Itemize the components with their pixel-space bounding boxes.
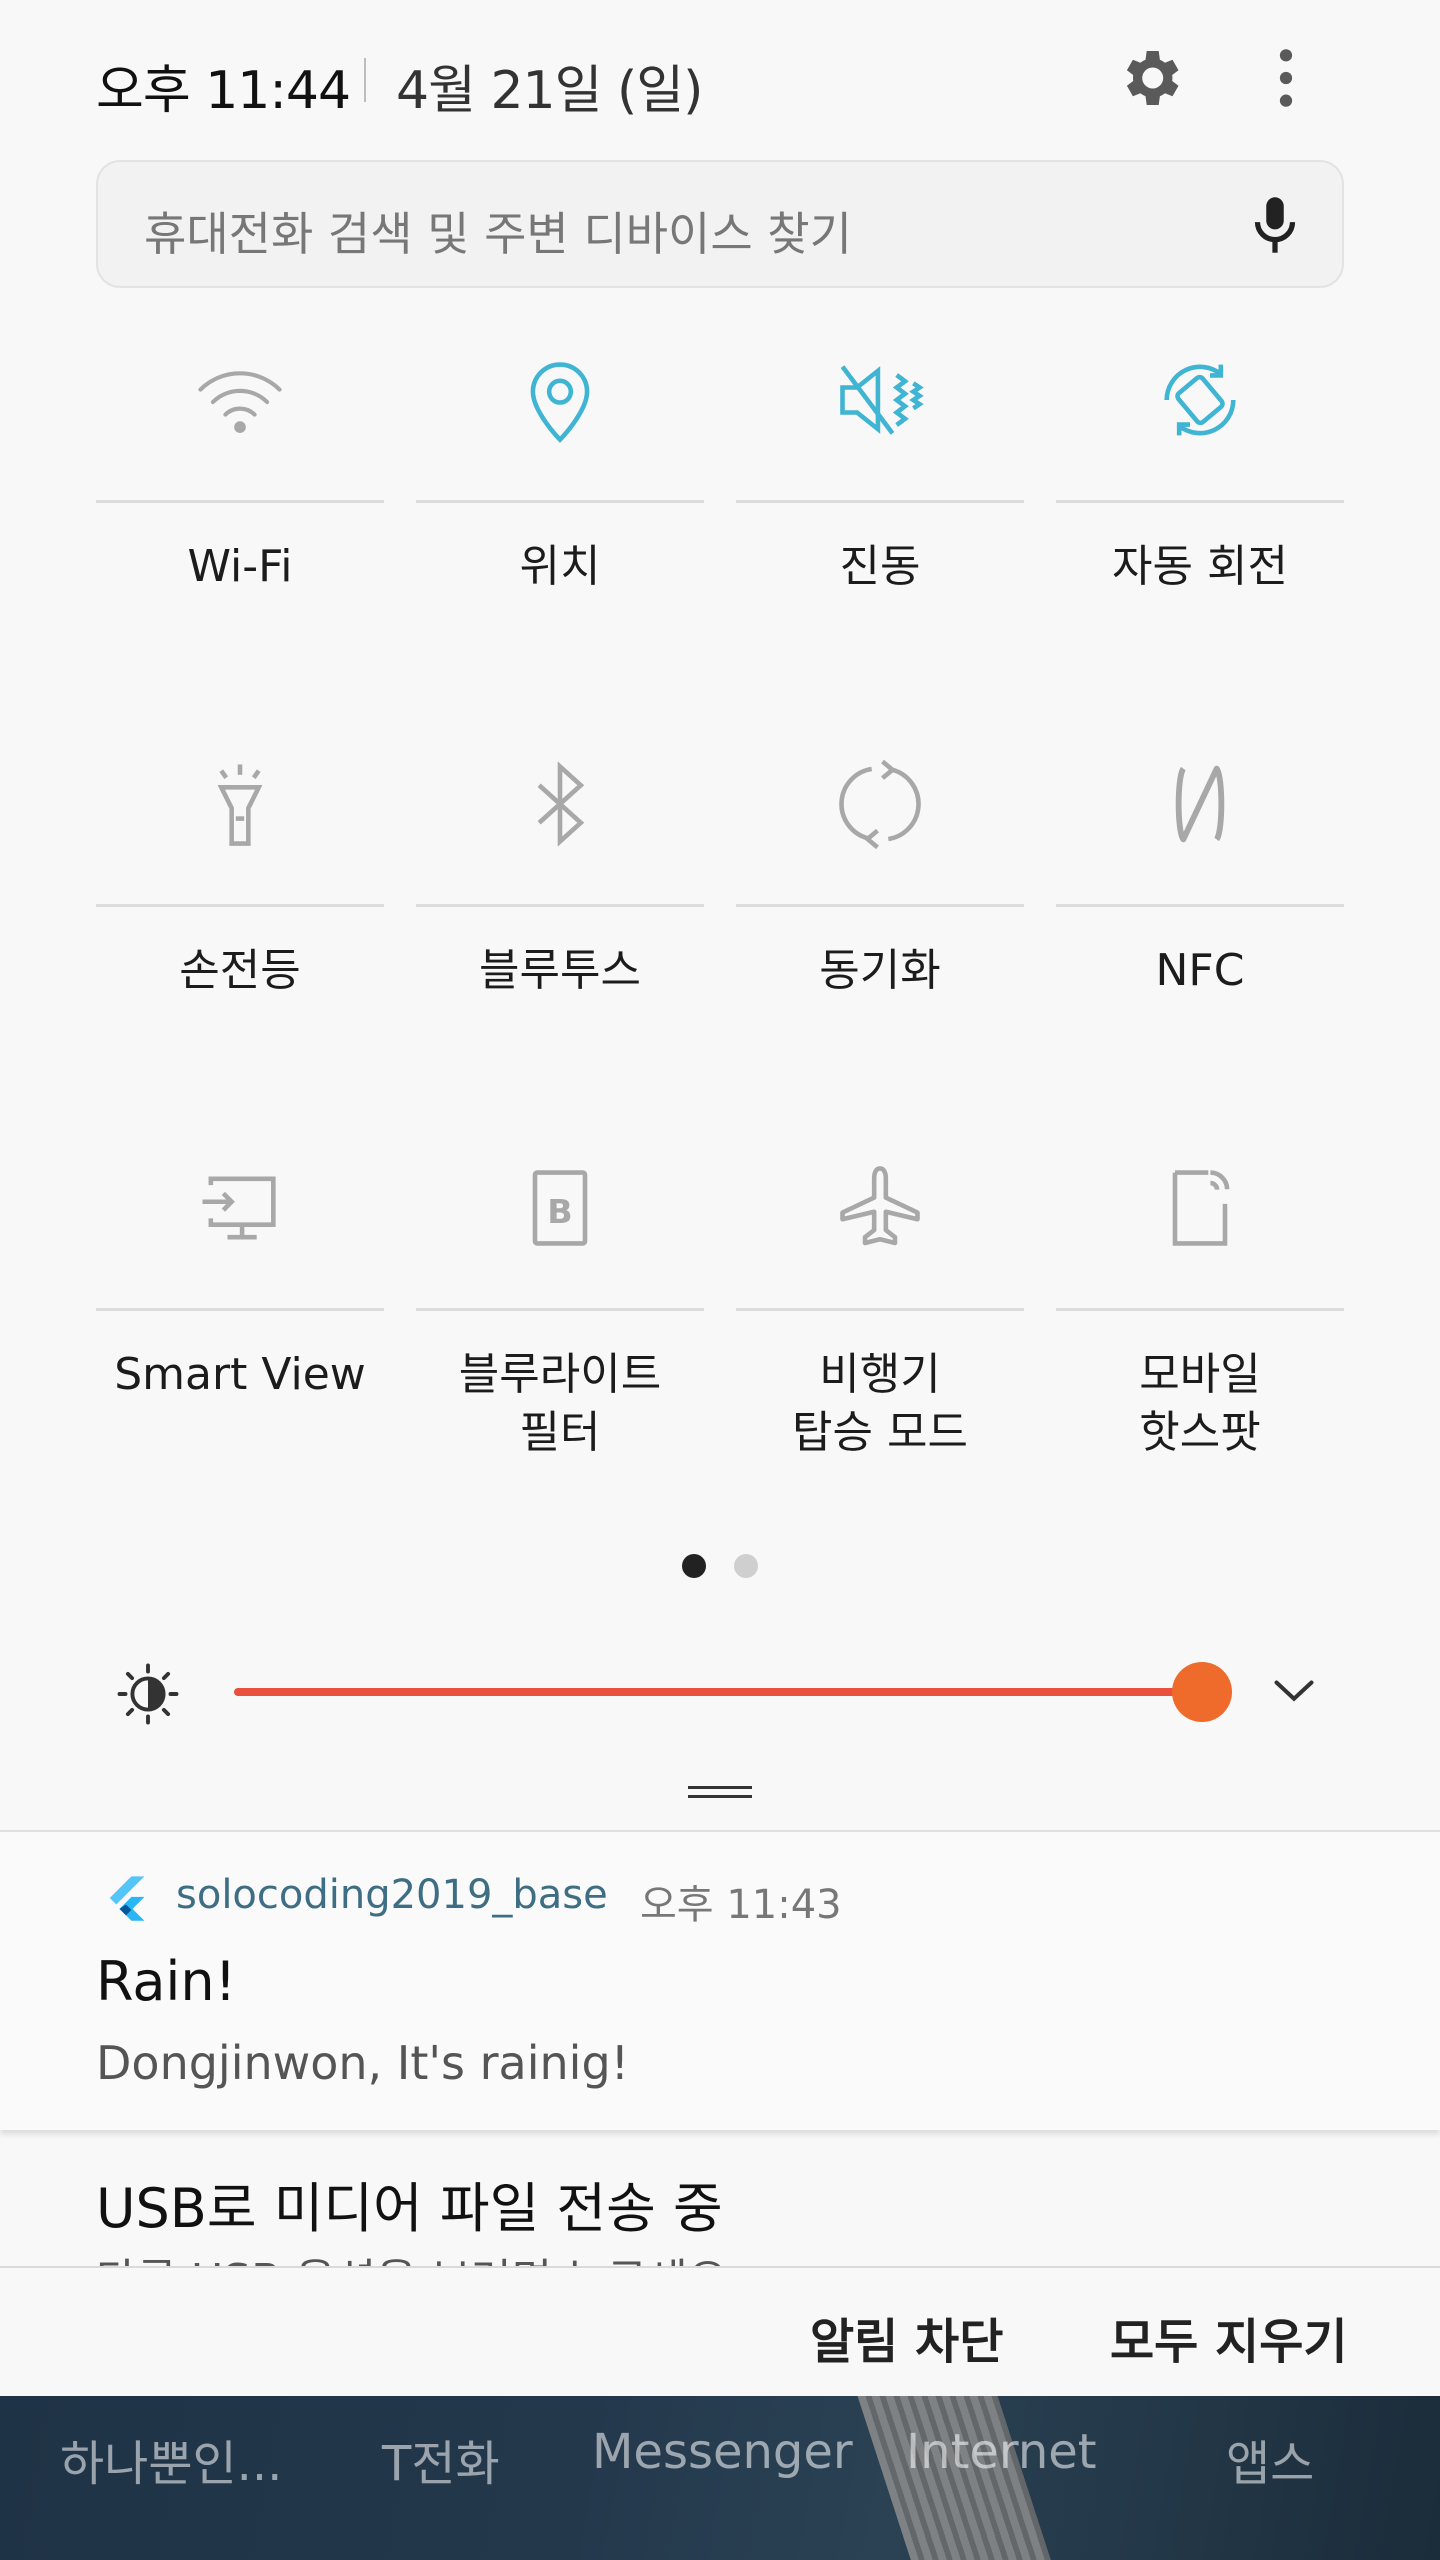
home-app-label[interactable]: 앱스 — [1226, 2424, 1314, 2494]
tile-mobile-hotspot[interactable]: 모바일 핫스팟 — [1056, 1138, 1344, 1498]
tile-label: 손전등 — [179, 945, 301, 996]
tile-vibrate[interactable]: 진동 — [736, 330, 1024, 690]
home-app-label[interactable]: Messenger — [592, 2424, 853, 2480]
status-header: 오후 11:44 4월 21일 (일) — [0, 0, 1440, 160]
page-indicator-active[interactable] — [682, 1554, 706, 1578]
tile-label: 모바일 핫스팟 — [1139, 1349, 1261, 1458]
auto-rotate-icon — [1164, 364, 1236, 436]
search-bar[interactable]: 휴대전화 검색 및 주변 디바이스 찾기 — [96, 160, 1344, 288]
smart-view-icon — [202, 1176, 276, 1240]
tile-sync[interactable]: 동기화 — [736, 734, 1024, 1094]
tile-blue-light-filter[interactable]: B 블루라이트 필터 — [416, 1138, 704, 1498]
tile-label: 진동 — [839, 541, 921, 592]
tile-divider — [1056, 500, 1344, 503]
blue-light-filter-icon: B — [532, 1170, 588, 1246]
flutter-app-icon — [109, 1876, 145, 1921]
usb-notification[interactable]: USB로 미디어 파일 전송 중 다른 USB 옵션을 보려면 누르세요. — [0, 2140, 1440, 2266]
nfc-icon — [1175, 765, 1225, 843]
tile-nfc[interactable]: NFC — [1056, 734, 1344, 1094]
vibrate-icon — [840, 365, 924, 435]
usb-notification-title: USB로 미디어 파일 전송 중 — [96, 2177, 723, 2240]
tile-label: 동기화 — [819, 945, 941, 996]
wifi-icon — [198, 371, 282, 433]
flashlight-icon — [217, 764, 263, 846]
bluetooth-icon — [537, 761, 585, 847]
home-app-label[interactable]: Internet — [906, 2424, 1097, 2480]
tile-divider — [96, 1308, 384, 1311]
tile-divider — [416, 1308, 704, 1311]
tile-divider — [96, 904, 384, 907]
chevron-down-icon[interactable] — [1264, 1660, 1324, 1720]
clock[interactable]: 오후 11:44 — [96, 48, 351, 123]
more-options-icon[interactable] — [1254, 42, 1318, 114]
tile-label: Wi-Fi — [187, 541, 293, 592]
page-indicator-inactive[interactable] — [734, 1554, 758, 1578]
tile-bluetooth[interactable]: 블루투스 — [416, 734, 704, 1094]
tile-divider — [736, 1308, 1024, 1311]
date[interactable]: 4월 21일 (일) — [396, 48, 703, 123]
tile-divider — [1056, 904, 1344, 907]
search-placeholder: 휴대전화 검색 및 주변 디바이스 찾기 — [144, 207, 852, 261]
block-notifications-button[interactable]: 알림 차단 — [810, 2302, 1003, 2372]
tile-divider — [736, 904, 1024, 907]
tile-divider — [1056, 1308, 1344, 1311]
tile-label: 비행기 탑승 모드 — [792, 1349, 968, 1458]
brightness-slider-knob[interactable] — [1172, 1662, 1232, 1722]
tile-location[interactable]: 위치 — [416, 330, 704, 690]
tile-flashlight[interactable]: 손전등 — [96, 734, 384, 1094]
microphone-icon[interactable] — [1240, 190, 1310, 260]
app-notification-card[interactable]: solocoding2019_base 오후 11:43 Rain! Dongj… — [0, 1830, 1440, 2130]
location-icon — [530, 362, 590, 443]
gear-icon[interactable] — [1114, 42, 1186, 114]
header-divider — [364, 58, 366, 102]
brightness-icon — [117, 1663, 179, 1725]
home-app-label[interactable]: T전화 — [382, 2424, 500, 2494]
tile-divider — [416, 500, 704, 503]
clear-all-button[interactable]: 모두 지우기 — [1110, 2302, 1348, 2372]
tile-label: 위치 — [519, 541, 601, 592]
brightness-slider[interactable] — [234, 1688, 1204, 1696]
tile-airplane-mode[interactable]: 비행기 탑승 모드 — [736, 1138, 1024, 1498]
airplane-icon — [840, 1166, 920, 1246]
panel-drag-handle[interactable] — [688, 1786, 752, 1800]
sync-icon — [839, 759, 921, 850]
home-screen-peek: 하나뿐인... T전화 Messenger Internet 앱스 — [0, 2396, 1440, 2560]
tile-smart-view[interactable]: Smart View — [96, 1138, 384, 1498]
quick-settings-panel: 오후 11:44 4월 21일 (일) 휴대전화 검색 및 주변 디바이스 찾기… — [0, 0, 1440, 1830]
tile-wifi[interactable]: Wi-Fi — [96, 330, 384, 690]
tile-auto-rotate[interactable]: 자동 회전 — [1056, 330, 1344, 690]
tile-label: Smart View — [114, 1349, 366, 1400]
tile-divider — [416, 904, 704, 907]
mobile-hotspot-icon — [1172, 1170, 1230, 1246]
notification-app-name: solocoding2019_base — [176, 1872, 608, 1918]
tile-label: NFC — [1155, 945, 1245, 996]
tile-label: 블루투스 — [479, 945, 641, 996]
tile-divider — [736, 500, 1024, 503]
notification-title: Rain! — [96, 1950, 237, 2013]
notification-body: Dongjinwon, It's rainig! — [96, 2036, 630, 2090]
tile-label: 블루라이트 필터 — [458, 1349, 662, 1458]
tile-divider — [96, 500, 384, 503]
notification-time: 오후 11:43 — [640, 1882, 842, 1928]
home-app-label[interactable]: 하나뿐인... — [60, 2424, 282, 2494]
notification-actions-bar: 알림 차단 모두 지우기 — [0, 2266, 1440, 2396]
tile-label: 자동 회전 — [1112, 541, 1288, 592]
usb-notification-subtitle: 다른 USB 옵션을 보려면 누르세요. — [96, 2244, 742, 2266]
svg-text:B: B — [547, 1192, 572, 1231]
